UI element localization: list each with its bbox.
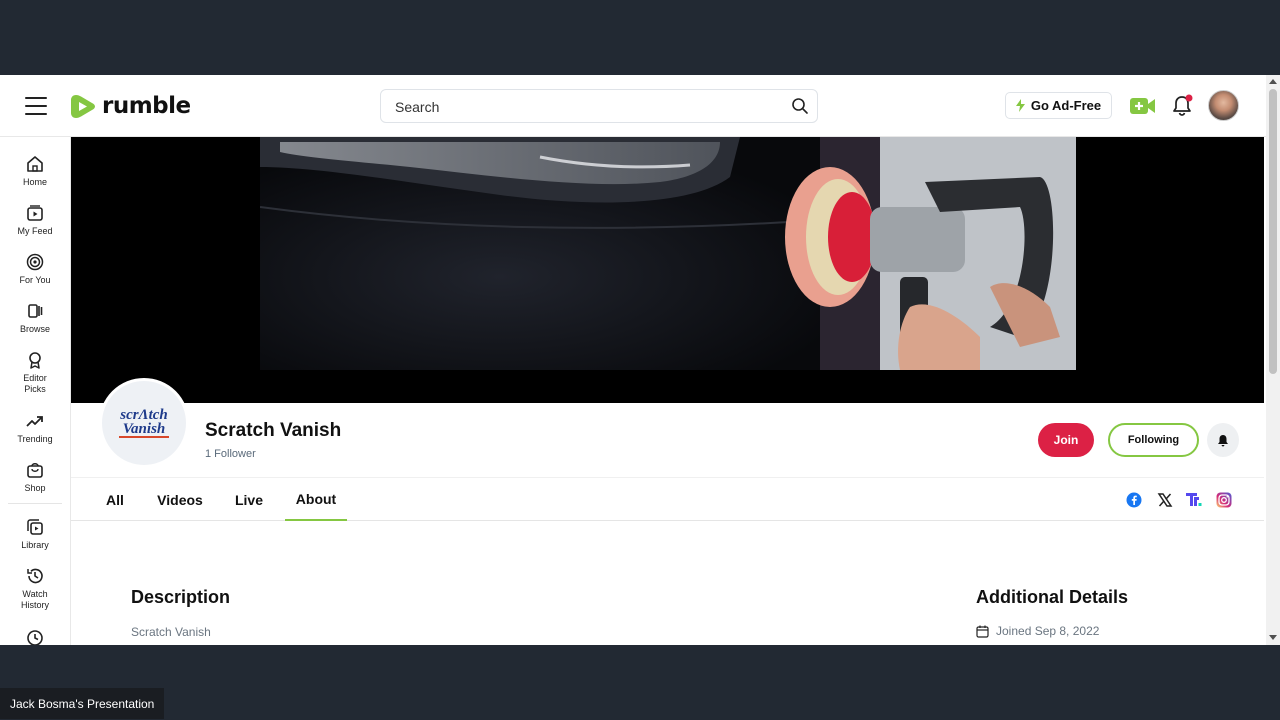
tab-live[interactable]: Live: [231, 478, 267, 521]
channel-banner: [71, 137, 1264, 403]
feed-icon: [27, 205, 43, 221]
sidebar-item-label: Browse: [19, 324, 50, 334]
joined-date: Joined Sep 8, 2022: [996, 624, 1100, 638]
channel-tabs: All Videos Live About: [71, 477, 1264, 521]
rumble-logo[interactable]: rumble: [70, 90, 191, 122]
notification-bell-icon[interactable]: [1173, 94, 1193, 116]
user-avatar[interactable]: [1208, 90, 1239, 121]
scrollbar-thumb[interactable]: [1269, 89, 1277, 374]
banner-image: [260, 137, 1076, 370]
search-input[interactable]: [395, 96, 775, 118]
left-sidebar: Home My Feed For You Browse Editor Picks…: [0, 137, 71, 645]
facebook-icon[interactable]: [1126, 492, 1142, 508]
channel-avatar[interactable]: scrΛtch Vanish: [99, 378, 189, 468]
scroll-up-arrow[interactable]: [1269, 79, 1277, 84]
sidebar-item-watch-history[interactable]: Watch History: [0, 567, 70, 611]
following-button[interactable]: Following: [1108, 423, 1199, 457]
bell-icon: [1218, 434, 1228, 446]
upload-video-icon[interactable]: [1130, 96, 1156, 116]
history-icon: [27, 568, 43, 584]
join-button[interactable]: Join: [1038, 423, 1094, 457]
logo-wordmark: rumble: [102, 93, 191, 119]
description-text: Scratch Vanish: [131, 625, 211, 639]
channel-name: Scratch Vanish: [205, 420, 342, 441]
sidebar-item-label: Watch History: [20, 589, 49, 610]
shop-icon: [27, 463, 43, 478]
instagram-icon[interactable]: [1216, 492, 1232, 508]
presentation-label: Jack Bosma's Presentation: [0, 688, 165, 719]
tab-all[interactable]: All: [99, 478, 131, 521]
sidebar-item-watch-later[interactable]: [0, 629, 70, 645]
joined-date-row: Joined Sep 8, 2022: [976, 624, 1099, 638]
go-ad-free-button[interactable]: Go Ad-Free: [1005, 92, 1112, 119]
search-icon[interactable]: [791, 97, 809, 115]
menu-icon[interactable]: [25, 97, 47, 115]
page-scrollbar[interactable]: [1266, 75, 1280, 645]
sidebar-item-label: Home: [22, 177, 47, 187]
sidebar-item-editor-picks[interactable]: Editor Picks: [0, 351, 70, 395]
clock-icon: [27, 630, 43, 645]
go-ad-free-label: Go Ad-Free: [1030, 98, 1102, 113]
lightning-icon: [1015, 99, 1025, 112]
home-icon: [27, 156, 43, 172]
sidebar-item-label: Library: [21, 540, 49, 550]
sidebar-item-label: For You: [19, 275, 51, 285]
sidebar-item-shop[interactable]: Shop: [0, 461, 70, 494]
search-box: [380, 89, 818, 123]
trending-icon: [26, 416, 43, 427]
sidebar-item-for-you[interactable]: For You: [0, 253, 70, 286]
sidebar-item-browse[interactable]: Browse: [0, 302, 70, 335]
channel-logo-text: scrΛtch: [120, 407, 168, 423]
channel-logo-text-2: Vanish: [118, 422, 170, 438]
top-header: rumble Go Ad-Free: [0, 75, 1266, 137]
channel-notification-button[interactable]: [1207, 423, 1239, 457]
sidebar-item-label: Editor Picks: [23, 373, 47, 394]
calendar-icon: [976, 625, 989, 638]
sidebar-item-label: Trending: [17, 434, 53, 444]
tab-videos[interactable]: Videos: [152, 478, 208, 521]
car-polishing-image: [260, 137, 1076, 370]
follower-count: 1 Follower: [205, 448, 256, 460]
about-section: Description Scratch Vanish Additional De…: [71, 521, 1264, 645]
sidebar-divider: [8, 503, 62, 504]
target-icon: [26, 253, 44, 271]
sidebar-item-label: Shop: [24, 483, 46, 493]
scroll-down-arrow[interactable]: [1269, 635, 1277, 640]
rumble-play-icon: [71, 94, 95, 118]
additional-details-heading: Additional Details: [976, 587, 1129, 607]
x-twitter-icon[interactable]: [1157, 492, 1173, 508]
tab-about[interactable]: About: [285, 478, 347, 521]
browser-window: rumble Go Ad-Free: [0, 75, 1280, 645]
sidebar-item-library[interactable]: Library: [0, 518, 70, 551]
award-icon: [29, 352, 41, 369]
library-icon: [27, 519, 43, 535]
description-heading: Description: [131, 587, 231, 607]
sidebar-item-home[interactable]: Home: [0, 155, 70, 188]
sidebar-item-label: My Feed: [17, 226, 53, 236]
sidebar-item-my-feed[interactable]: My Feed: [0, 204, 70, 237]
channel-header: scrΛtch Vanish Scratch Vanish 1 Follower…: [71, 378, 1264, 477]
truth-social-icon[interactable]: [1186, 492, 1202, 508]
sidebar-item-trending[interactable]: Trending: [0, 412, 70, 445]
browse-icon: [28, 304, 43, 318]
